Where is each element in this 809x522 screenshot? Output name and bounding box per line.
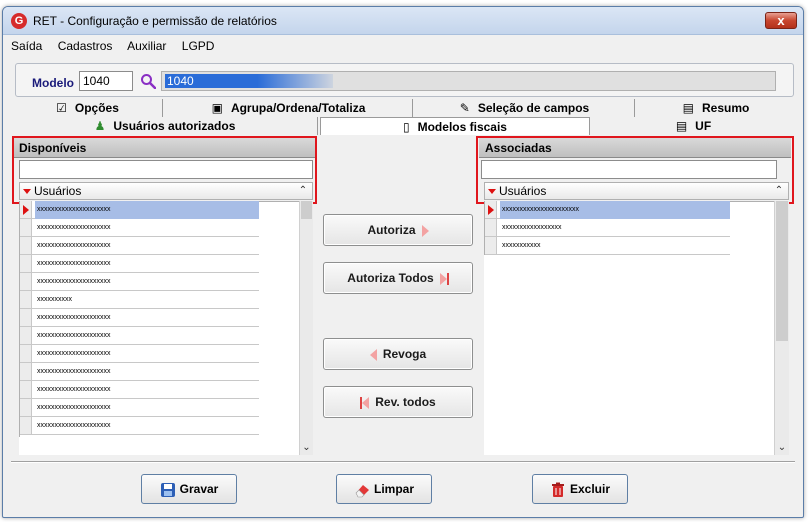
end-bar-icon xyxy=(446,272,449,285)
table-row[interactable]: xxxxxxxxxxxxxxxxxxxxx xyxy=(20,255,259,273)
arrow-left-icon xyxy=(369,348,377,361)
arrow-right-icon xyxy=(421,224,429,237)
excluir-label: Excluir xyxy=(569,482,611,496)
window-title: RET - Configuração e permissão de relató… xyxy=(33,14,277,28)
table-row[interactable]: xxxxxxxxxxxxxxxxxxxxx xyxy=(20,327,259,345)
tab-selecao-campos[interactable]: ✎ Seleção de campos xyxy=(415,99,635,117)
scroll-down-icon[interactable]: ⌄ xyxy=(300,441,313,455)
highlight-associated xyxy=(476,136,794,204)
tab-selecao-label: Seleção de campos xyxy=(477,101,590,115)
available-grid-filler xyxy=(19,437,259,455)
available-scrollbar[interactable]: ⌄ xyxy=(299,201,313,455)
table-row[interactable]: xxxxxxxxxxxxxxxxxxxxx xyxy=(20,237,259,255)
close-button[interactable]: x xyxy=(765,12,797,29)
table-row[interactable]: xxxxxxxxxxxxxxxxxxxxxx xyxy=(485,201,730,219)
edit-icon: ✎ xyxy=(459,101,470,115)
tab-resumo[interactable]: ▤ Resumo xyxy=(637,99,795,117)
document-icon: ▤ xyxy=(682,101,694,115)
tab-opcoes[interactable]: ☑ Opções xyxy=(13,99,163,117)
tab-uf[interactable]: ▤ UF xyxy=(592,117,795,135)
associated-grid[interactable]: xxxxxxxxxxxxxxxxxxxxxx xxxxxxxxxxxxxxxxx… xyxy=(484,201,730,255)
model-code-input[interactable]: 1040 xyxy=(79,71,133,91)
document-icon: ▤ xyxy=(675,119,688,133)
limpar-button[interactable]: Limpar xyxy=(336,474,432,504)
rev-todos-button[interactable]: Rev. todos xyxy=(323,386,473,418)
revoga-button[interactable]: Revoga xyxy=(323,338,473,370)
table-row[interactable]: xxxxxxxxxxxxxxxxxxxxx xyxy=(20,273,259,291)
model-name-input[interactable]: 1040 xyxy=(161,71,776,91)
scroll-down-icon[interactable]: ⌄ xyxy=(775,441,789,455)
table-row[interactable]: xxxxxxxxxxx xyxy=(485,237,730,255)
model-label: Modelo xyxy=(32,76,74,90)
tab-opcoes-label: Opções xyxy=(74,101,119,115)
table-row[interactable]: xxxxxxxxxxxxxxxxxxxxx xyxy=(20,201,259,219)
tab-uf-label: UF xyxy=(695,119,712,133)
autoriza-button[interactable]: Autoriza xyxy=(323,214,473,246)
autoriza-todos-button[interactable]: Autoriza Todos xyxy=(323,262,473,294)
rev-todos-label: Rev. todos xyxy=(375,395,436,409)
tab-modelos-fiscais[interactable]: ▯ Modelos fiscais xyxy=(320,117,590,135)
menu-bar: Saída Cadastros Auxiliar LGPD xyxy=(11,39,226,57)
page-icon: ▯ xyxy=(403,120,410,134)
tab-agrupa-label: Agrupa/Ordena/Totaliza xyxy=(230,101,366,115)
menu-cadastros[interactable]: Cadastros xyxy=(58,39,113,53)
table-row[interactable]: xxxxxxxxxxxxxxxxxxxxx xyxy=(20,219,259,237)
users-icon: ♟ xyxy=(94,119,106,133)
table-row[interactable]: xxxxxxxxxxxxxxxxxxxxx xyxy=(20,363,259,381)
scroll-thumb[interactable] xyxy=(776,201,788,341)
tab-usuarios-label: Usuários autorizados xyxy=(113,119,236,133)
available-grid-empty-area xyxy=(259,201,299,455)
arrow-left-start-icon xyxy=(362,396,370,409)
search-icon[interactable] xyxy=(140,73,156,89)
available-grid[interactable]: xxxxxxxxxxxxxxxxxxxxx xxxxxxxxxxxxxxxxxx… xyxy=(19,201,259,437)
group-icon: ▣ xyxy=(211,101,223,115)
app-logo-icon: G xyxy=(11,13,27,29)
table-row[interactable]: xxxxxxxxxxxxxxxxx xyxy=(485,219,730,237)
report-permission-window: G RET - Configuração e permissão de rela… xyxy=(2,6,804,518)
model-bar: Modelo 1040 1040 xyxy=(15,63,794,97)
limpar-label: Limpar xyxy=(373,482,414,496)
excluir-button[interactable]: Excluir xyxy=(532,474,628,504)
autoriza-label: Autoriza xyxy=(367,223,416,237)
associated-scrollbar[interactable]: ⌄ xyxy=(774,201,789,455)
menu-saida[interactable]: Saída xyxy=(11,39,42,53)
table-row[interactable]: xxxxxxxxxx xyxy=(20,291,259,309)
arrow-right-end-icon xyxy=(439,272,447,285)
checkbox-icon: ☑ xyxy=(56,101,67,115)
tab-resumo-label: Resumo xyxy=(702,101,750,115)
highlight-available xyxy=(12,136,317,204)
eraser-icon xyxy=(355,484,369,498)
table-row[interactable]: xxxxxxxxxxxxxxxxxxxxx xyxy=(20,309,259,327)
table-row[interactable]: xxxxxxxxxxxxxxxxxxxxx xyxy=(20,381,259,399)
gravar-label: Gravar xyxy=(179,482,219,496)
revoga-label: Revoga xyxy=(382,347,427,361)
save-icon xyxy=(160,482,175,497)
model-name-selection: 1040 xyxy=(165,74,333,88)
autoriza-todos-label: Autoriza Todos xyxy=(347,271,434,285)
scroll-thumb[interactable] xyxy=(301,201,312,219)
tab-modelos-label: Modelos fiscais xyxy=(417,120,507,134)
menu-auxiliar[interactable]: Auxiliar xyxy=(127,39,166,53)
table-row[interactable]: xxxxxxxxxxxxxxxxxxxxx xyxy=(20,345,259,363)
table-row[interactable]: xxxxxxxxxxxxxxxxxxxxx xyxy=(20,417,259,435)
tab-usuarios-autorizados[interactable]: ♟ Usuários autorizados xyxy=(13,117,318,135)
trash-icon xyxy=(551,482,564,497)
title-bar: G RET - Configuração e permissão de rela… xyxy=(3,7,803,35)
gravar-button[interactable]: Gravar xyxy=(141,474,237,504)
table-row[interactable]: xxxxxxxxxxxxxxxxxxxxx xyxy=(20,399,259,417)
footer-separator xyxy=(11,461,795,463)
menu-lgpd[interactable]: LGPD xyxy=(182,39,215,53)
tab-agrupa[interactable]: ▣ Agrupa/Ordena/Totaliza xyxy=(165,99,413,117)
